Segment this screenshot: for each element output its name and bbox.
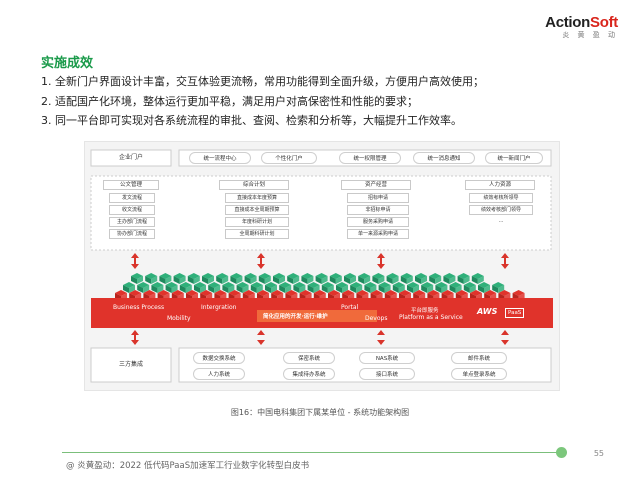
module-title-2: 综合计划 xyxy=(219,180,289,190)
architecture-figure: 企业门户 统一流程中心 个性化门户 统一权限管理 统一消息通知 统一新闻门户 公… xyxy=(84,141,560,391)
band-brand-tag: PaaS xyxy=(505,308,525,318)
portal-item-1: 统一流程中心 xyxy=(189,152,251,164)
module-2-item-2: 直接成本全周期预算 xyxy=(225,205,289,215)
module-title-3: 资产经营 xyxy=(341,180,411,190)
module-3-item-4: 单一来源采购申请 xyxy=(347,229,409,239)
actionsoft-logo: ActionSoft 炎 黄 盈 动 xyxy=(545,14,618,40)
integration-item-3: 保密系统 xyxy=(283,352,335,364)
logo-brand-a: Action xyxy=(545,14,591,31)
band-platform-cn: 平台即服务 xyxy=(411,308,439,314)
module-title-1: 公文管理 xyxy=(103,180,159,190)
integration-item-4: 集成待办系统 xyxy=(283,368,335,380)
band-platform-en: Platform as a Service xyxy=(399,314,463,321)
integration-item-5: NAS系统 xyxy=(359,352,415,364)
module-3-item-1: 招标申请 xyxy=(347,193,409,203)
module-4-item-1: 绩效考核所领导 xyxy=(469,193,533,203)
module-2-item-1: 直接成本年度预算 xyxy=(225,193,289,203)
module-1-item-1: 发文流程 xyxy=(109,193,155,203)
module-3-item-2: 非招标申请 xyxy=(347,205,409,215)
band-devops: Devops xyxy=(365,315,388,322)
footer-rule xyxy=(62,452,567,453)
logo-brand-b: Soft xyxy=(590,14,618,31)
portal-item-5: 统一新闻门户 xyxy=(485,152,543,164)
integration-item-7: 邮件系统 xyxy=(451,352,507,364)
integration-item-6: 接口系统 xyxy=(359,368,415,380)
integration-label: 三方集成 xyxy=(118,361,143,368)
module-1-item-2: 收文流程 xyxy=(109,205,155,215)
result-item-2: 2. 适配国产化环境，整体运行更加平稳，满足用户对高保密性和性能的要求； xyxy=(41,94,418,108)
module-4-item-3: ... xyxy=(498,218,504,224)
integration-item-2: 人力系统 xyxy=(193,368,245,380)
band-brand: AWS xyxy=(477,307,498,316)
logo-tagline: 炎 黄 盈 动 xyxy=(562,31,618,39)
portal-item-2: 个性化门户 xyxy=(261,152,317,164)
band-core: 简化应用的开发·运行·维护 xyxy=(263,314,328,320)
page-number: 55 xyxy=(593,449,604,458)
cube-stack xyxy=(115,273,525,301)
portal-item-3: 统一权限管理 xyxy=(339,152,401,164)
result-item-1: 1. 全新门户界面设计丰富，交互体验更流畅，常用功能得到全面升级，方便用户高效使… xyxy=(41,75,484,88)
band-business-process: Business Process xyxy=(113,304,165,311)
module-2-item-3: 年度科研计划 xyxy=(225,217,289,227)
integration-item-1: 数据交换系统 xyxy=(193,352,245,364)
footer-dot xyxy=(556,447,567,458)
module-1-item-3: 主办部门流程 xyxy=(109,217,155,227)
enterprise-portal-label: 企业门户 xyxy=(118,154,143,161)
band-mobility: Mobility xyxy=(167,315,191,322)
band-integration: Intergration xyxy=(201,304,237,311)
band-portal: Portal xyxy=(341,304,359,311)
result-item-3: 3. 同一平台即可实现对各系统流程的审批、查阅、检索和分析等，大幅提升工作效率。 xyxy=(41,114,462,127)
integration-item-8: 单点登录系统 xyxy=(451,368,507,380)
portal-item-4: 统一消息通知 xyxy=(413,152,475,164)
module-3-item-3: 服务采购申请 xyxy=(347,217,409,227)
module-4-item-2: 绩效考核部门领导 xyxy=(469,205,533,215)
footer-text: @ 炎黄盈动：2022 低代码PaaS加速军工行业数字化转型白皮书 xyxy=(66,461,310,471)
module-title-4: 人力资源 xyxy=(465,180,535,190)
section-heading: 实施成效 xyxy=(41,56,94,71)
results-list: 1. 全新门户界面设计丰富，交互体验更流畅，常用功能得到全面升级，方便用户高效使… xyxy=(41,72,484,131)
figure-caption: 图16：中国电科集团下属某单位 - 系统功能架构图 xyxy=(230,408,410,417)
module-1-item-4: 协办部门流程 xyxy=(109,229,155,239)
module-2-item-4: 全周期科研计划 xyxy=(225,229,289,239)
